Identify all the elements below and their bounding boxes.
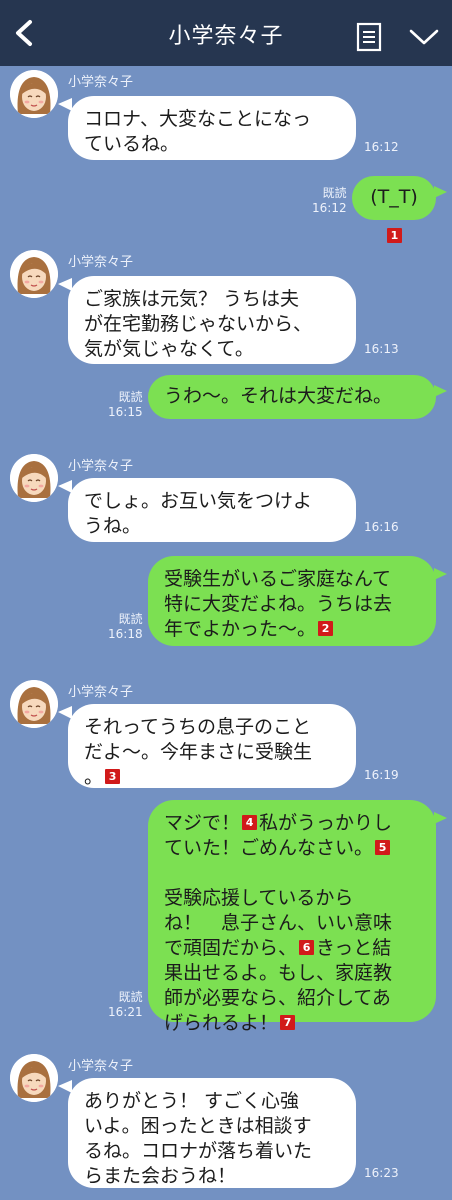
- read-receipt: 既読 16:12: [312, 186, 347, 216]
- woman-avatar-icon: [10, 1054, 58, 1102]
- message-bubble[interactable]: 受験生がいるご家庭なんて 特に大変だよね。うちは去 年でよかった〜。 2: [148, 556, 436, 646]
- chat-header: 小学奈々子: [0, 0, 452, 66]
- avatar[interactable]: [10, 250, 58, 298]
- bubble-tail: [434, 810, 448, 830]
- message-time: 16:19: [364, 768, 399, 782]
- message-text: マジで！: [164, 812, 241, 834]
- annotation-badge: 5: [375, 840, 391, 855]
- read-label: 既読: [118, 612, 143, 626]
- annotation-badge: 1: [387, 228, 402, 243]
- woman-avatar-icon: [10, 680, 58, 728]
- message-time: 16:12: [312, 201, 347, 215]
- avatar[interactable]: [10, 70, 58, 118]
- message-bubble[interactable]: ご家族は元気？ うちは夫 が在宅勤務じゃないから、 気が気じゃなくて。: [68, 276, 356, 364]
- sender-name: 小学奈々子: [68, 1059, 134, 1074]
- annotation-badge: 4: [242, 815, 258, 830]
- chat-title: 小学奈々子: [168, 24, 284, 49]
- note-list-icon: [356, 22, 382, 52]
- bubble-tail: [434, 383, 448, 403]
- woman-avatar-icon: [10, 250, 58, 298]
- message-bubble[interactable]: うわ〜。それは大変だね。: [148, 375, 436, 419]
- read-label: 既読: [118, 390, 143, 404]
- message-time: 16:16: [364, 520, 399, 534]
- bubble-tail: [434, 566, 448, 586]
- annotation-badge: 2: [318, 621, 334, 636]
- read-receipt: 既読 16:15: [108, 390, 143, 420]
- expand-menu-button[interactable]: [408, 26, 440, 48]
- sender-name: 小学奈々子: [68, 75, 134, 90]
- avatar[interactable]: [10, 680, 58, 728]
- annotation-badge: 6: [299, 940, 315, 955]
- sender-name: 小学奈々子: [68, 255, 134, 270]
- sender-name: 小学奈々子: [68, 459, 134, 474]
- note-button[interactable]: [356, 22, 382, 52]
- message-time: 16:12: [364, 140, 399, 154]
- avatar[interactable]: [10, 454, 58, 502]
- read-receipt: 既読 16:21: [108, 990, 143, 1020]
- message-time: 16:18: [108, 627, 143, 641]
- woman-avatar-icon: [10, 70, 58, 118]
- bubble-tail: [434, 184, 448, 204]
- message-time: 16:15: [108, 405, 143, 419]
- annotation-badge: 3: [105, 769, 121, 784]
- read-receipt: 既読 16:18: [108, 612, 143, 642]
- message-time: 16:13: [364, 342, 399, 356]
- message-bubble[interactable]: (T_T): [352, 176, 436, 220]
- message-bubble[interactable]: それってうちの息子のこと だよ〜。今年まさに受験生 。 3: [68, 704, 356, 788]
- chevron-down-icon: [409, 29, 439, 45]
- message-bubble[interactable]: でしょ。お互い気をつけよ うね。: [68, 478, 356, 542]
- avatar[interactable]: [10, 1054, 58, 1102]
- message-time: 16:23: [364, 1166, 399, 1180]
- message-bubble[interactable]: マジで！ 4 私がうっかりし ていた！ごめんなさい。 5 受験応援しているから ね！ …: [148, 800, 436, 1034]
- message-time: 16:21: [108, 1005, 143, 1019]
- sender-name: 小学奈々子: [68, 685, 134, 700]
- message-bubble[interactable]: コロナ、大変なことになっ ているね。: [68, 96, 356, 160]
- annotation-badge: 7: [280, 1015, 296, 1030]
- read-label: 既読: [118, 990, 143, 1004]
- message-text: 受験生がいるご家庭なんて 特に大変だよね。うちは去 年でよかった〜。: [164, 568, 393, 640]
- woman-avatar-icon: [10, 454, 58, 502]
- message-bubble[interactable]: ありがとう！ すごく心強 いよ。困ったときは相談す るね。コロナが落ち着いた ら…: [68, 1078, 356, 1188]
- read-label: 既読: [322, 186, 347, 200]
